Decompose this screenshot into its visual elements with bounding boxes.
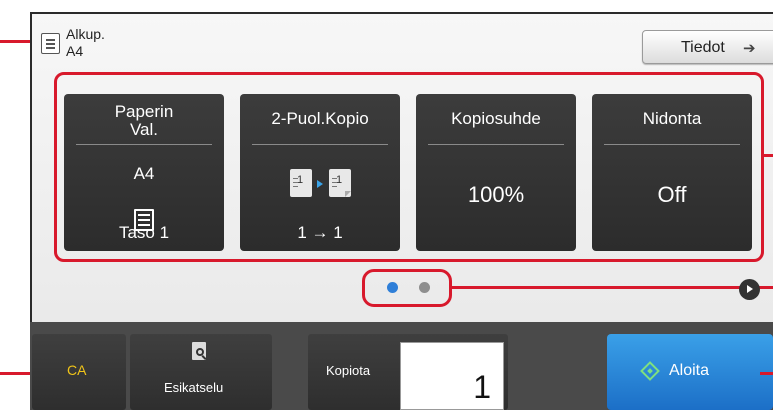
info-button[interactable]: Tiedot ➔ — [642, 30, 773, 64]
copies-label: Kopiota — [326, 363, 371, 378]
callout-line-pager-right — [449, 286, 773, 289]
pager-callout — [362, 269, 452, 307]
callout-line-keys-right — [761, 154, 773, 157]
staple-value: Off — [657, 182, 687, 207]
preview-magnifier-icon — [192, 342, 207, 360]
arrow-right-icon: ➔ — [743, 40, 756, 57]
copy-ratio-key[interactable]: Kopiosuhde 100% — [416, 94, 576, 251]
page-indicator-inactive[interactable] — [419, 282, 430, 293]
key-divider — [76, 144, 212, 145]
original-info: Alkup. A4 — [66, 26, 105, 60]
original-document-icon — [41, 33, 60, 54]
page-indicator-active[interactable] — [387, 282, 398, 293]
play-icon — [747, 285, 753, 293]
start-label: Aloita — [669, 362, 710, 379]
paper-tray-value: Taso 1 — [118, 223, 170, 242]
info-button-label: Tiedot — [681, 39, 725, 56]
paper-select-key[interactable]: Paperin Val. A4 Taso 1 — [64, 94, 224, 251]
callout-line-start-right — [760, 372, 773, 375]
copies-count-value: 1 — [473, 369, 491, 405]
copy-ratio-title: Kopiosuhde — [451, 109, 541, 128]
key-divider — [604, 144, 740, 145]
copies-panel: Kopiota 1 — [308, 334, 508, 410]
staple-title: Nidonta — [642, 109, 702, 128]
staple-key[interactable]: Nidonta Off — [592, 94, 752, 251]
key-divider — [252, 144, 388, 145]
copies-count-field[interactable]: 1 — [400, 342, 504, 410]
original-label: Alkup. — [66, 26, 105, 42]
start-button[interactable]: Aloita — [607, 334, 773, 410]
paper-size-value: A4 — [133, 164, 155, 183]
key-divider — [428, 144, 564, 145]
preview-button[interactable]: Esikatselu — [130, 334, 272, 410]
start-diamond-icon — [640, 361, 660, 381]
next-page-button[interactable] — [739, 279, 760, 300]
copy-ratio-value: 100% — [467, 182, 525, 207]
clear-all-button[interactable]: CA — [32, 334, 126, 410]
preview-label: Esikatselu — [164, 380, 224, 395]
original-size: A4 — [66, 43, 84, 59]
paper-select-title: Paperin Val. — [114, 102, 174, 139]
duplex-copy-title: 2-Puol.Kopio — [271, 109, 369, 128]
duplex-copy-value: 1 → 1 — [297, 223, 343, 242]
clear-all-label: CA — [67, 362, 87, 378]
duplex-copy-key[interactable]: 2-Puol.Kopio 1 1 1 → 1 — [240, 94, 400, 251]
